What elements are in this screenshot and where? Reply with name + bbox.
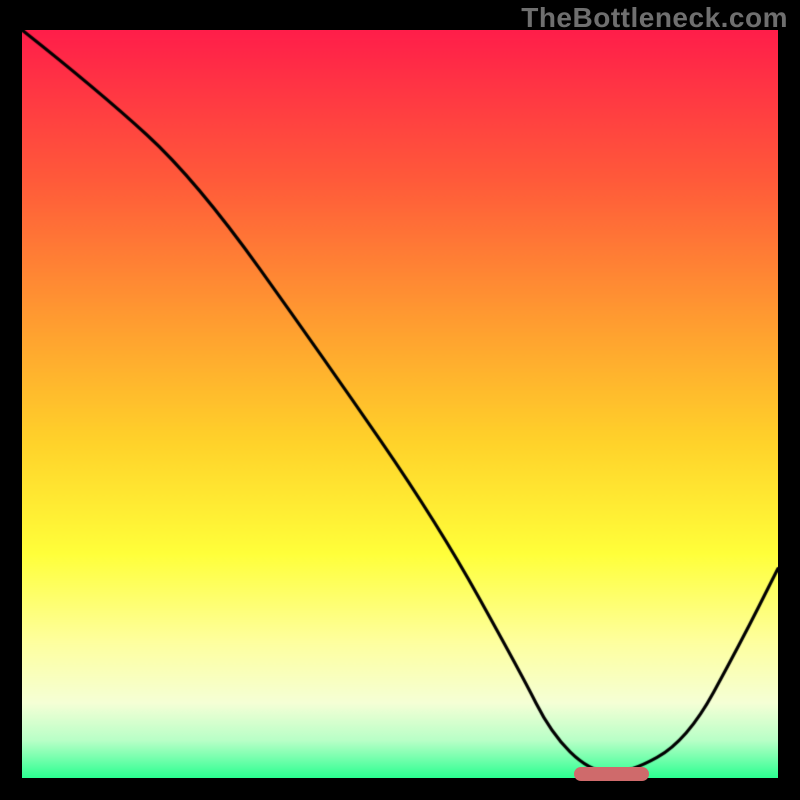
- optimal-range-marker: [574, 767, 650, 781]
- watermark-text: TheBottleneck.com: [521, 2, 788, 34]
- chart-frame: TheBottleneck.com: [0, 0, 800, 800]
- plot-area: [22, 30, 778, 778]
- bottleneck-curve: [22, 30, 778, 778]
